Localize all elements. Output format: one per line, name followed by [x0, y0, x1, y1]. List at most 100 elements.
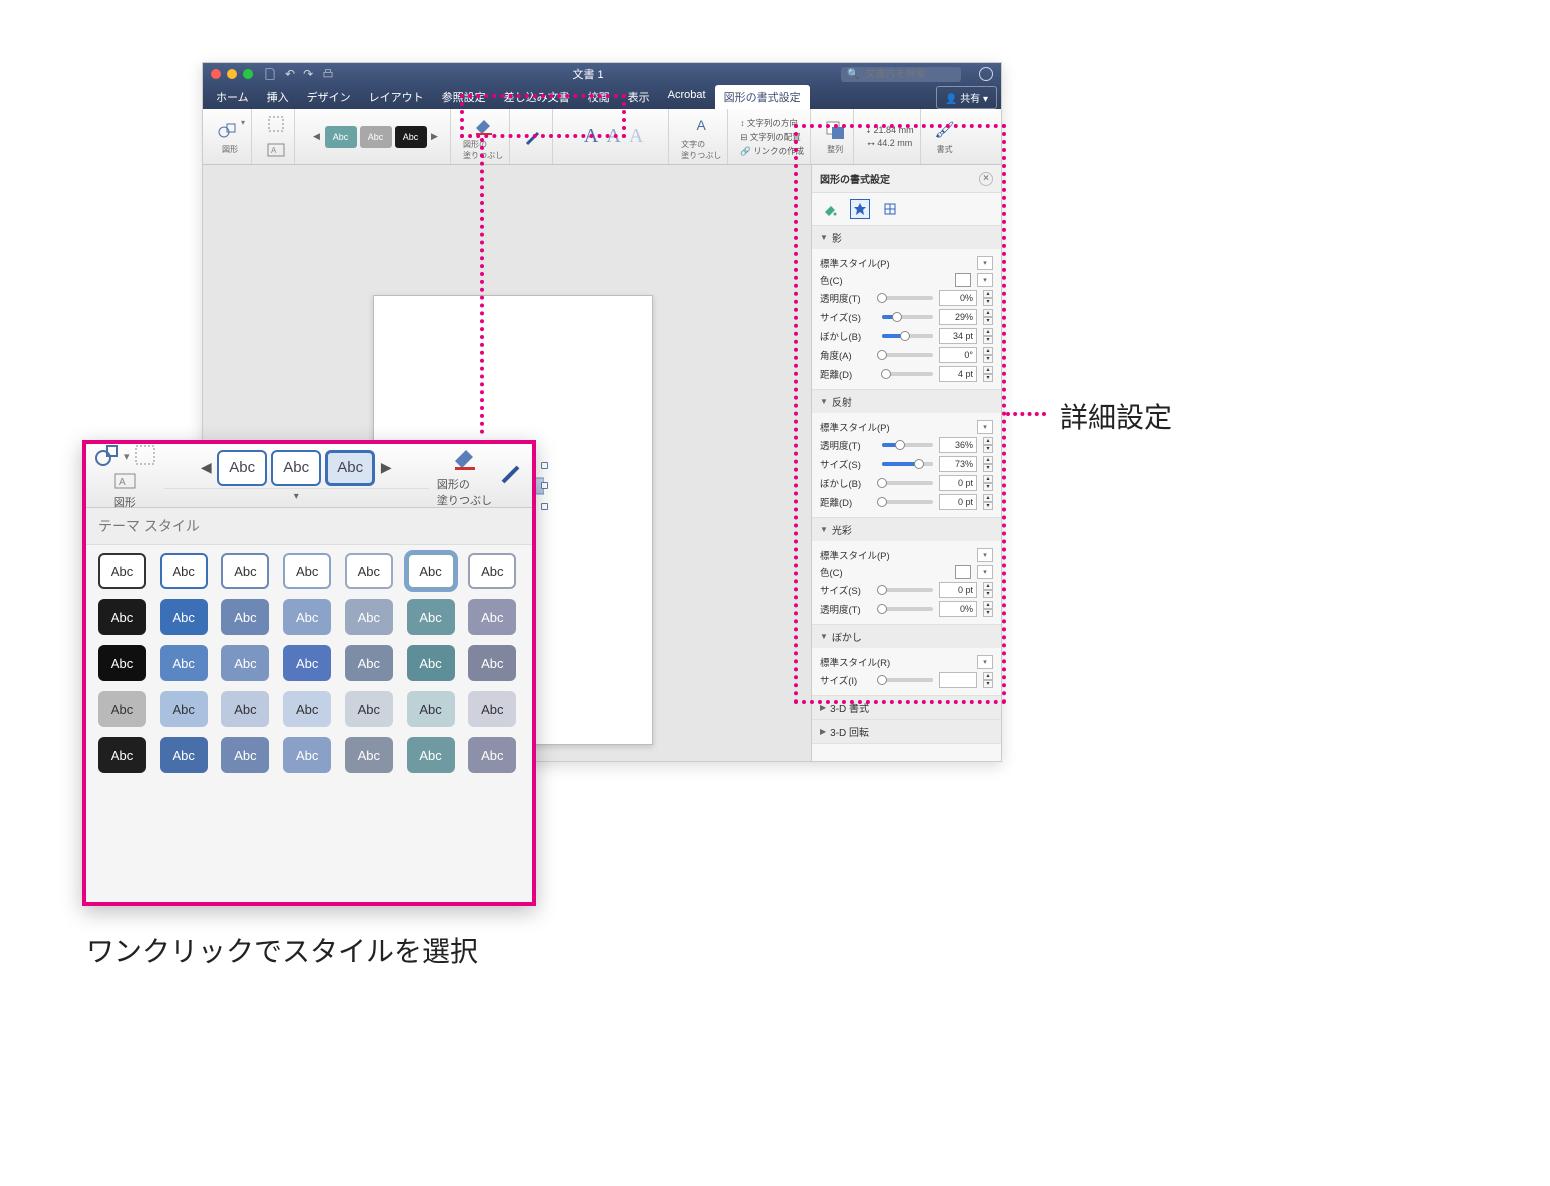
style-swatch[interactable]: Abc [98, 645, 146, 681]
style-swatch[interactable]: Abc [407, 599, 455, 635]
edit-points-icon[interactable] [264, 112, 288, 136]
spinner[interactable]: ▴▾ [983, 309, 993, 325]
share-button[interactable]: 👤 共有 ▾ [936, 86, 997, 109]
text-box-icon[interactable]: A [264, 138, 288, 162]
shapes-icon[interactable] [215, 118, 239, 142]
slider[interactable] [882, 334, 933, 338]
value-field[interactable]: 0% [939, 290, 977, 306]
style-swatch[interactable]: Abc [468, 645, 516, 681]
slider[interactable] [882, 296, 933, 300]
style-prev-icon[interactable]: ◀ [312, 130, 322, 144]
width-field[interactable]: ⭤ 44.2 mm [868, 138, 913, 149]
format-painter-icon[interactable]: 🖌 [933, 118, 957, 142]
style-swatch[interactable]: Abc [407, 553, 455, 589]
slider[interactable] [882, 678, 933, 682]
popup-prev-icon[interactable]: ◀ [199, 455, 213, 481]
style-swatch[interactable]: Abc [283, 645, 331, 681]
style-swatch[interactable]: Abc [283, 737, 331, 773]
ribbon-tab-1[interactable]: 挿入 [258, 85, 298, 109]
wordart-style-3[interactable]: A [629, 125, 643, 148]
style-swatch[interactable]: Abc [221, 599, 269, 635]
spinner[interactable]: ▴▾ [983, 328, 993, 344]
style-swatch[interactable]: Abc [221, 691, 269, 727]
spinner[interactable]: ▴▾ [983, 601, 993, 617]
popup-shapes-icon[interactable] [94, 442, 120, 471]
slider[interactable] [882, 372, 933, 376]
style-swatch[interactable]: Abc [160, 599, 208, 635]
redo-icon[interactable]: ↷ [303, 67, 313, 81]
fill-icon[interactable] [471, 113, 495, 137]
style-swatch[interactable]: Abc [283, 553, 331, 589]
ribbon-tab-5[interactable]: 差し込み文書 [495, 85, 579, 109]
style-swatch[interactable]: Abc [407, 645, 455, 681]
style-swatch[interactable]: Abc [345, 599, 393, 635]
pane-close-icon[interactable]: × [979, 172, 993, 186]
ribbon-tab-2[interactable]: デザイン [298, 85, 360, 109]
color-swatch[interactable] [955, 565, 971, 579]
value-field[interactable]: 36% [939, 437, 977, 453]
slider[interactable] [882, 607, 933, 611]
slider[interactable] [882, 315, 933, 319]
style-swatch[interactable]: Abc [160, 553, 208, 589]
value-field[interactable]: 0 pt [939, 475, 977, 491]
slider[interactable] [882, 462, 933, 466]
value-field[interactable]: 0° [939, 347, 977, 363]
value-field[interactable] [939, 672, 977, 688]
section-header[interactable]: ▼光彩 [812, 518, 1001, 541]
slider[interactable] [882, 481, 933, 485]
resize-handle-e[interactable] [541, 482, 548, 489]
style-preview-3[interactable]: Abc [395, 126, 427, 148]
style-swatch[interactable]: Abc [160, 645, 208, 681]
style-swatch[interactable]: Abc [221, 553, 269, 589]
popup-fill-icon[interactable] [450, 443, 478, 474]
style-swatch[interactable]: Abc [407, 691, 455, 727]
ribbon-tab-8[interactable]: Acrobat [659, 85, 715, 109]
style-swatch[interactable]: Abc [98, 553, 146, 589]
style-swatch[interactable]: Abc [345, 737, 393, 773]
search-input[interactable] [863, 68, 943, 81]
value-field[interactable]: 4 pt [939, 366, 977, 382]
ribbon-tab-0[interactable]: ホーム [207, 85, 258, 109]
preset-dropdown[interactable]: ▾ [977, 548, 993, 562]
popup-style-preview-3[interactable]: Abc [325, 450, 375, 486]
text-fill-icon[interactable]: A [689, 113, 713, 137]
popup-style-preview-2[interactable]: Abc [271, 450, 321, 486]
section-header[interactable]: ▶3-D 書式 [812, 696, 1001, 719]
section-header[interactable]: ▼反射 [812, 390, 1001, 413]
value-field[interactable]: 73% [939, 456, 977, 472]
pane-tab-fill-icon[interactable] [820, 199, 840, 219]
style-swatch[interactable]: Abc [345, 645, 393, 681]
spinner[interactable]: ▴▾ [983, 456, 993, 472]
style-swatch[interactable]: Abc [345, 553, 393, 589]
style-swatch[interactable]: Abc [283, 599, 331, 635]
style-swatch[interactable]: Abc [160, 737, 208, 773]
outline-icon[interactable] [522, 125, 546, 149]
spinner[interactable]: ▴▾ [983, 437, 993, 453]
section-header[interactable]: ▼影 [812, 226, 1001, 249]
spinner[interactable]: ▴▾ [983, 582, 993, 598]
style-swatch[interactable]: Abc [160, 691, 208, 727]
feedback-icon[interactable] [979, 67, 993, 81]
style-swatch[interactable]: Abc [98, 691, 146, 727]
popup-next-icon[interactable]: ▶ [379, 455, 393, 481]
spinner[interactable]: ▴▾ [983, 290, 993, 306]
ribbon-tab-9[interactable]: 図形の書式設定 [715, 85, 810, 109]
style-preview-1[interactable]: Abc [325, 126, 357, 148]
pane-tab-layout-icon[interactable] [880, 199, 900, 219]
color-dropdown[interactable]: ▾ [977, 565, 993, 579]
slider[interactable] [882, 588, 933, 592]
style-swatch[interactable]: Abc [468, 599, 516, 635]
wordart-style-2[interactable]: A [606, 125, 620, 148]
style-swatch[interactable]: Abc [407, 737, 455, 773]
spinner[interactable]: ▴▾ [983, 475, 993, 491]
undo-icon[interactable]: ↶ [285, 67, 295, 81]
popup-more-styles-icon[interactable] [164, 488, 429, 502]
text-direction-button[interactable]: ↕ 文字列の方向 [740, 117, 798, 129]
preset-dropdown[interactable]: ▾ [977, 655, 993, 669]
pane-tab-effects-icon[interactable] [850, 199, 870, 219]
style-preview-2[interactable]: Abc [360, 126, 392, 148]
popup-outline-icon[interactable] [500, 462, 524, 489]
height-field[interactable]: ⭥ 21.84 mm [866, 125, 913, 136]
create-link-button[interactable]: 🔗 リンクの作成 [740, 145, 804, 157]
color-dropdown[interactable]: ▾ [977, 273, 993, 287]
